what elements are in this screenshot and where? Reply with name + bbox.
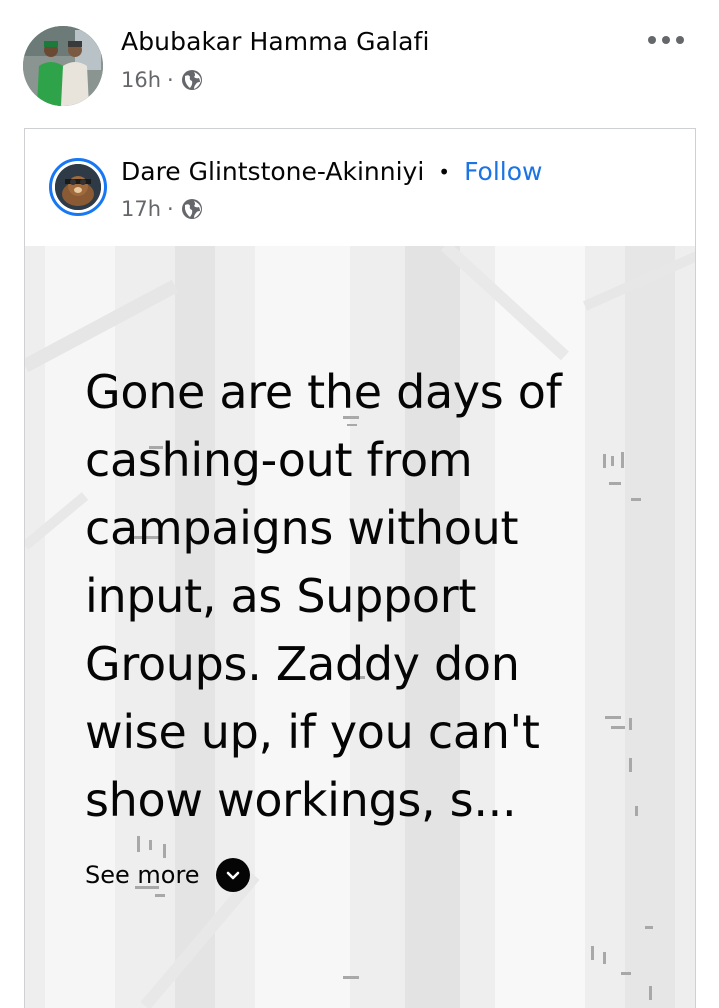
more-dot bbox=[648, 36, 656, 44]
see-more-label: See more bbox=[85, 861, 200, 889]
shared-post-card[interactable]: Dare Glintstone-Akinniyi • Follow 17h · bbox=[24, 128, 696, 1008]
shared-post-header: Dare Glintstone-Akinniyi • Follow 17h · bbox=[25, 129, 695, 246]
meta-separator: · bbox=[167, 68, 174, 92]
post-text: Gone are the days of cashing-out from ca… bbox=[85, 365, 562, 827]
shared-post-meta: 17h · bbox=[121, 195, 203, 223]
post-header: Abubakar Hamma Galafi 16h · bbox=[0, 0, 719, 120]
avatar-photo bbox=[23, 26, 103, 106]
background-text-post[interactable]: Gone are the days of cashing-out from ca… bbox=[25, 246, 695, 1008]
follow-button[interactable]: Follow bbox=[464, 155, 542, 189]
shared-avatar-image bbox=[55, 164, 101, 210]
author-avatar[interactable] bbox=[23, 26, 103, 106]
shared-author-avatar[interactable] bbox=[49, 158, 107, 216]
post-author-name[interactable]: Abubakar Hamma Galafi bbox=[121, 25, 429, 59]
see-more-button[interactable]: See more bbox=[85, 858, 250, 892]
more-dot bbox=[662, 36, 670, 44]
shared-author-line: Dare Glintstone-Akinniyi • Follow bbox=[121, 155, 542, 189]
globe-icon[interactable] bbox=[181, 198, 203, 220]
shared-author-name[interactable]: Dare Glintstone-Akinniyi bbox=[121, 155, 424, 189]
post-time[interactable]: 16h bbox=[121, 66, 161, 94]
chevron-down-icon[interactable] bbox=[215, 858, 250, 892]
shared-post-time[interactable]: 17h bbox=[121, 195, 161, 223]
more-options-icon[interactable] bbox=[644, 28, 688, 52]
more-dot bbox=[676, 36, 684, 44]
name-separator: • bbox=[438, 160, 451, 184]
meta-separator: · bbox=[167, 197, 174, 221]
post-meta: 16h · bbox=[121, 66, 203, 94]
globe-icon[interactable] bbox=[181, 69, 203, 91]
